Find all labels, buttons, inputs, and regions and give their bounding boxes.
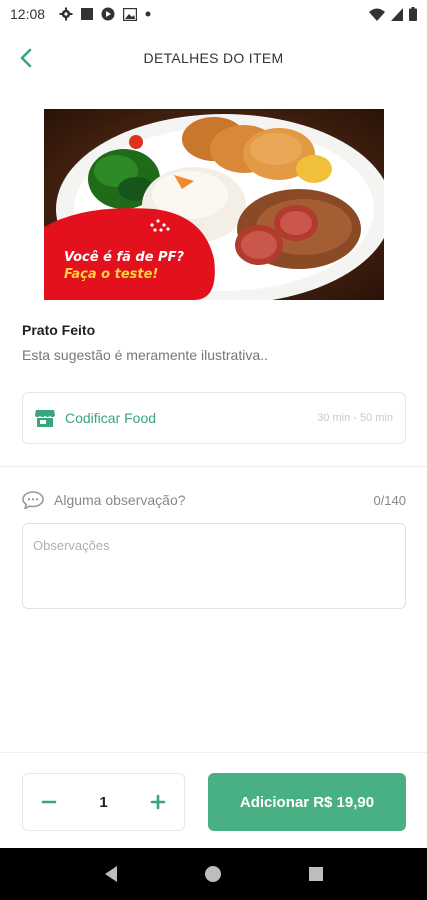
increase-quantity-button[interactable] — [146, 790, 170, 814]
add-to-cart-button[interactable]: Adicionar R$ 19,90 — [208, 773, 406, 831]
footer-divider — [0, 752, 427, 753]
promo-text: Você é fã de PF? Faça o teste! — [64, 249, 184, 283]
status-time: 12:08 — [10, 6, 46, 22]
status-bar: 12:08 — [0, 0, 427, 28]
nav-back-button[interactable] — [99, 862, 123, 886]
recents-square-icon — [308, 867, 323, 881]
image-icon — [123, 7, 138, 21]
nav-recents-button[interactable] — [304, 862, 328, 886]
observation-header: Alguma observação? 0/140 — [22, 488, 406, 512]
nav-home-button[interactable] — [201, 862, 225, 886]
gear-icon — [59, 7, 73, 21]
decrease-quantity-button[interactable] — [37, 790, 61, 814]
wifi-icon — [369, 8, 385, 21]
square-icon — [81, 8, 94, 20]
home-circle-icon — [205, 866, 222, 882]
store-name: Codificar Food — [65, 410, 157, 426]
battery-icon — [409, 7, 417, 21]
delivery-time: 30 min - 50 min — [317, 412, 393, 424]
system-nav-bar — [0, 848, 427, 900]
page-title: DETALHES DO ITEM — [143, 50, 284, 66]
item-description: Esta sugestão é meramente ilustrativa.. — [22, 347, 268, 363]
status-icons — [59, 7, 151, 21]
dot-icon — [145, 11, 151, 17]
store-card[interactable]: Codificar Food 30 min - 50 min — [22, 392, 406, 444]
minus-icon — [41, 800, 57, 804]
quantity-value: 1 — [99, 793, 108, 811]
observation-label: Alguma observação? — [54, 492, 186, 508]
promo-line-2: Faça o teste! — [64, 267, 159, 282]
chat-bubble-icon — [22, 491, 44, 509]
play-icon — [101, 7, 115, 21]
plus-icon — [150, 794, 166, 810]
item-image: Você é fã de PF? Faça o teste! — [44, 109, 384, 300]
chevron-left-icon — [20, 48, 32, 68]
item-name: Prato Feito — [22, 322, 96, 338]
promo-line-1: Você é fã de PF? — [64, 250, 184, 265]
status-right-icons — [369, 7, 417, 21]
store-icon — [35, 410, 55, 427]
signal-icon — [391, 7, 403, 21]
back-button[interactable] — [12, 44, 40, 72]
section-divider — [0, 466, 427, 467]
character-counter: 0/140 — [373, 492, 406, 508]
app-header: DETALHES DO ITEM — [0, 38, 427, 78]
quantity-stepper: 1 — [22, 773, 185, 831]
observation-field[interactable] — [22, 523, 406, 609]
back-triangle-icon — [105, 866, 118, 882]
